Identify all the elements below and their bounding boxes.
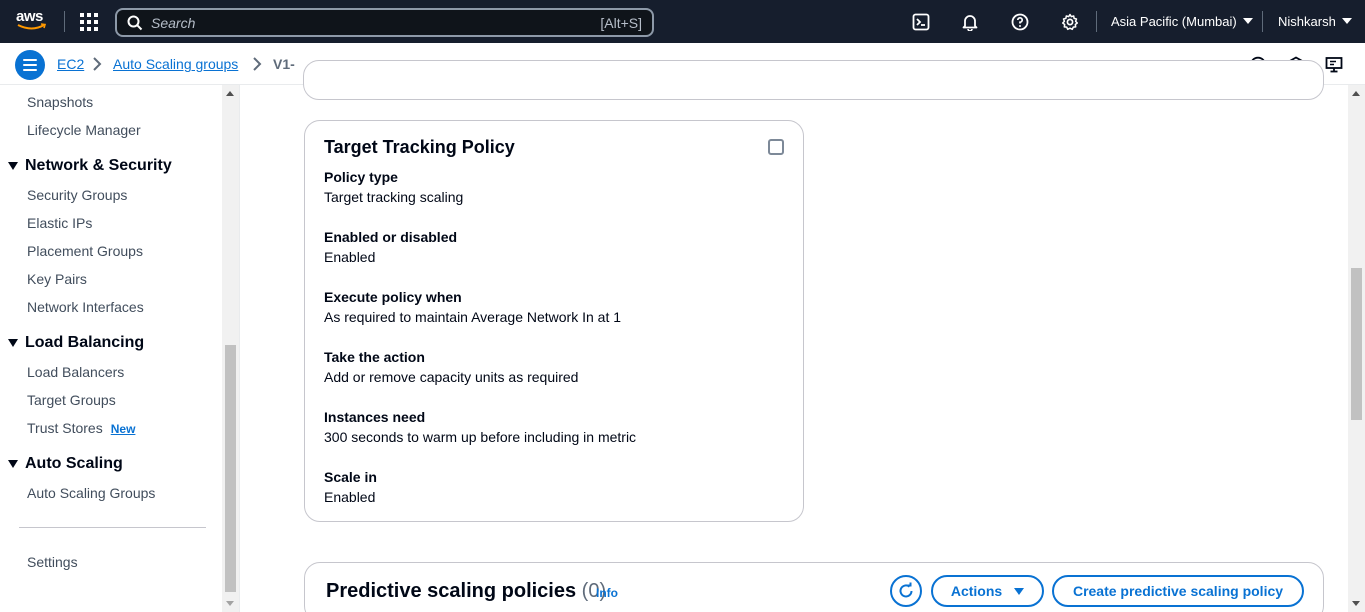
previous-policy-card	[303, 60, 1324, 100]
policy-field-execute-when: Execute policy when As required to maint…	[324, 287, 621, 327]
sidebar-divider	[19, 527, 206, 528]
caret-down-icon	[1341, 18, 1352, 24]
cloudshell-icon[interactable]	[911, 12, 931, 32]
policy-field-take-action: Take the action Add or remove capacity u…	[324, 347, 578, 387]
field-value: Add or remove capacity units as required	[324, 369, 579, 385]
sidebar-scrollbar[interactable]	[222, 85, 239, 612]
nav-divider	[64, 11, 65, 32]
actions-label: Actions	[950, 583, 1003, 599]
predictive-title: Predictive scaling policies (0)	[326, 580, 606, 603]
new-badge: New	[110, 422, 136, 436]
create-predictive-scaling-policy-button[interactable]: Create predictive scaling policy	[1052, 575, 1304, 607]
refresh-button[interactable]	[890, 575, 922, 607]
sidebar-section-auto-scaling[interactable]: Auto Scaling	[8, 455, 123, 473]
sidebar-item-label: Trust Stores	[27, 420, 103, 436]
sidebar-section-title: Network & Security	[25, 157, 172, 174]
main-scrollbar[interactable]	[1348, 85, 1365, 612]
nav-divider	[1096, 11, 1097, 32]
aws-logo-text: aws	[16, 8, 43, 25]
policy-select-checkbox[interactable]	[768, 139, 784, 155]
search-icon	[127, 15, 143, 31]
chevron-right-icon	[93, 57, 102, 71]
search-input[interactable]: Search [Alt+S]	[115, 8, 654, 37]
caret-down-icon	[1242, 18, 1253, 24]
field-value: 300 seconds to warm up before including …	[324, 429, 637, 445]
predictive-title-text: Predictive scaling policies	[326, 580, 577, 602]
predictive-scaling-policies-panel: Predictive scaling policies (0) Info Act…	[304, 562, 1324, 612]
policy-card-title: Target Tracking Policy	[324, 137, 515, 157]
target-tracking-policy-card[interactable]: Target Tracking Policy Policy type Targe…	[304, 120, 804, 522]
sidebar-item-trust-stores[interactable]: Trust Stores New	[27, 420, 135, 436]
sidebar-item-key-pairs[interactable]: Key Pairs	[27, 271, 87, 287]
policy-field-scale-in: Scale in Enabled	[324, 467, 377, 507]
caret-down-icon	[8, 339, 18, 347]
refresh-icon	[899, 582, 913, 598]
breadcrumb-ec2[interactable]: EC2	[57, 56, 84, 72]
account-name: Nishkarsh	[1278, 14, 1336, 29]
sidebar-item-auto-scaling-groups[interactable]: Auto Scaling Groups	[27, 485, 155, 501]
sidebar-item-snapshots[interactable]: Snapshots	[27, 94, 93, 110]
sidebar-item-lifecycle-manager[interactable]: Lifecycle Manager	[27, 122, 141, 138]
sidebar-item-elastic-ips[interactable]: Elastic IPs	[27, 215, 92, 231]
field-value: Enabled	[324, 249, 376, 265]
top-navigation-bar: aws Search [Alt+S] Asia Pacific (Mumbai)…	[0, 0, 1365, 43]
sidebar-item-target-groups[interactable]: Target Groups	[27, 392, 116, 408]
field-label: Take the action	[324, 349, 425, 365]
field-label: Instances need	[324, 409, 426, 425]
sidebar-section-network-security[interactable]: Network & Security	[8, 157, 172, 175]
sidebar-item-load-balancers[interactable]: Load Balancers	[27, 364, 124, 380]
breadcrumb-current: V1-	[273, 56, 295, 72]
nav-divider	[1262, 11, 1263, 32]
field-label: Execute policy when	[324, 289, 462, 305]
info-link[interactable]: Info	[596, 586, 618, 600]
scroll-up-arrow-icon[interactable]	[226, 91, 234, 96]
navigation-menu-button[interactable]	[15, 50, 45, 80]
sidebar-section-title: Auto Scaling	[25, 455, 123, 472]
display-preferences-icon[interactable]	[1325, 56, 1343, 74]
field-label: Policy type	[324, 169, 398, 185]
field-value: As required to maintain Average Network …	[324, 309, 622, 325]
field-value: Target tracking scaling	[324, 189, 464, 205]
sidebar-item-placement-groups[interactable]: Placement Groups	[27, 243, 143, 259]
scrollbar-thumb[interactable]	[1351, 268, 1362, 420]
services-grid-icon[interactable]	[80, 13, 98, 31]
breadcrumb-auto-scaling-groups[interactable]: Auto Scaling groups	[113, 56, 238, 72]
sidebar-item-settings[interactable]: Settings	[27, 554, 78, 570]
field-label: Scale in	[324, 469, 377, 485]
actions-dropdown-button[interactable]: Actions	[931, 575, 1044, 607]
policy-field-enabled: Enabled or disabled Enabled	[324, 227, 457, 267]
chevron-right-icon	[253, 57, 262, 71]
search-shortcut: [Alt+S]	[600, 15, 642, 31]
caret-down-icon	[8, 460, 18, 468]
region-selector[interactable]: Asia Pacific (Mumbai)	[1111, 14, 1253, 29]
side-navigation: Snapshots Lifecycle Manager Network & Se…	[0, 85, 222, 612]
field-value: Enabled	[324, 489, 376, 505]
scrollbar-thumb[interactable]	[225, 345, 236, 592]
scroll-up-arrow-icon[interactable]	[1352, 91, 1360, 96]
settings-gear-icon[interactable]	[1060, 12, 1080, 32]
sidebar-item-network-interfaces[interactable]: Network Interfaces	[27, 299, 144, 315]
caret-down-icon	[8, 162, 18, 170]
search-placeholder: Search	[151, 15, 196, 31]
policy-field-policy-type: Policy type Target tracking scaling	[324, 167, 463, 207]
aws-logo[interactable]: aws	[16, 9, 48, 35]
notifications-bell-icon[interactable]	[960, 12, 980, 32]
field-label: Enabled or disabled	[324, 229, 458, 245]
scroll-down-arrow-icon[interactable]	[1352, 601, 1360, 606]
sidebar-section-title: Load Balancing	[25, 334, 145, 351]
help-icon[interactable]	[1010, 12, 1030, 32]
region-label: Asia Pacific (Mumbai)	[1111, 14, 1237, 29]
sidebar-border	[239, 85, 240, 612]
scroll-down-arrow-icon[interactable]	[226, 601, 234, 606]
caret-down-icon	[1014, 587, 1025, 595]
policy-field-instances-need: Instances need 300 seconds to warm up be…	[324, 407, 636, 447]
sidebar-section-load-balancing[interactable]: Load Balancing	[8, 334, 144, 352]
sidebar-item-security-groups[interactable]: Security Groups	[27, 187, 127, 203]
account-menu[interactable]: Nishkarsh	[1278, 14, 1352, 29]
